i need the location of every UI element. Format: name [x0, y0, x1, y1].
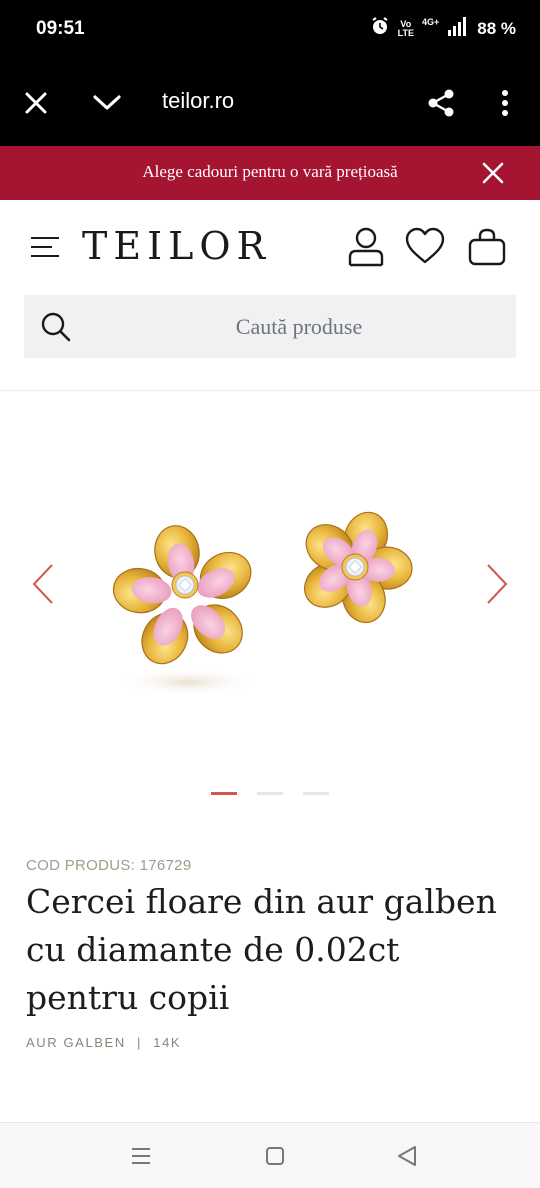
chevron-right-icon[interactable] — [482, 562, 512, 606]
product-title: Cercei floare din aur galben cu diamante… — [26, 882, 497, 1017]
shopping-bag-icon[interactable] — [466, 226, 508, 268]
system-nav-bar — [0, 1122, 540, 1188]
meta-separator: | — [137, 1035, 143, 1050]
status-indicators: Vo LTE 4G+ 88 % — [370, 16, 516, 41]
status-bar: 09:51 Vo LTE 4G+ 88 % — [0, 0, 540, 60]
gallery-pagination — [0, 792, 540, 795]
site-header: TEILOR — [0, 200, 540, 296]
network-type: 4G+ — [421, 17, 440, 27]
promo-text[interactable]: Alege cadouri pentru o vară prețioasă — [0, 162, 540, 182]
product-karat: 14K — [153, 1035, 182, 1050]
header-divider — [0, 390, 540, 391]
menu-icon[interactable] — [30, 236, 60, 258]
gallery-dot[interactable] — [303, 792, 329, 795]
status-time: 09:51 — [36, 18, 85, 39]
volte-indicator: Vo LTE — [397, 19, 414, 38]
promo-banner: Alege cadouri pentru o vară prețioasă — [0, 146, 540, 200]
close-icon[interactable] — [480, 160, 506, 186]
home-icon[interactable] — [262, 1143, 288, 1169]
site-logo[interactable]: TEILOR — [82, 224, 271, 268]
product-metal: AUR GALBEN — [26, 1035, 126, 1050]
gallery-dot[interactable] — [211, 792, 237, 795]
product-meta: AUR GALBEN | 14K — [26, 1035, 181, 1050]
search-input[interactable] — [94, 295, 504, 358]
gallery-dot[interactable] — [257, 792, 283, 795]
product-gallery[interactable] — [0, 392, 540, 812]
volte-line2: LTE — [397, 27, 414, 38]
share-icon[interactable] — [424, 86, 458, 120]
browser-toolbar: teilor.ro — [0, 60, 540, 146]
chevron-down-icon[interactable] — [90, 86, 124, 120]
battery-level: 88 % — [477, 18, 516, 38]
wishlist-heart-icon[interactable] — [404, 226, 446, 268]
account-icon[interactable] — [346, 226, 388, 268]
recent-apps-icon[interactable] — [128, 1143, 154, 1169]
chevron-left-icon[interactable] — [28, 562, 58, 606]
back-icon[interactable] — [394, 1143, 420, 1169]
url-field[interactable]: teilor.ro — [162, 88, 234, 114]
more-vertical-icon[interactable] — [488, 86, 522, 120]
alarm-icon — [370, 16, 390, 41]
product-image[interactable] — [110, 492, 430, 712]
search-bar[interactable] — [24, 295, 516, 358]
search-icon[interactable] — [40, 311, 72, 343]
product-code: COD PRODUS: 176729 — [26, 857, 192, 874]
close-icon[interactable] — [19, 86, 53, 120]
signal-icon — [447, 16, 469, 41]
